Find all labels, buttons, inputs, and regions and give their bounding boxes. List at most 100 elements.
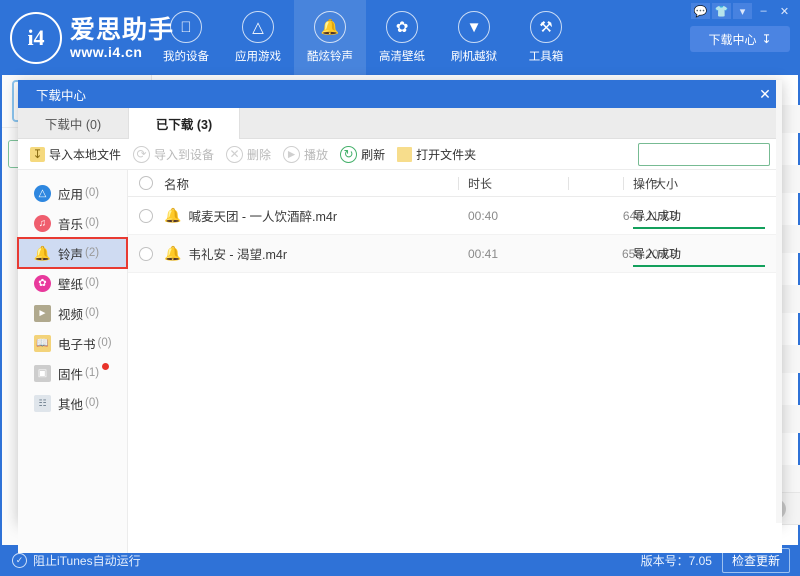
import-file-icon: ↧ <box>30 147 45 162</box>
download-arrow-icon: ↧ <box>761 32 771 46</box>
import-local-file-button[interactable]: ↧ 导入本地文件 <box>30 146 121 163</box>
sidebar-item-ebooks[interactable]: 📖 电子书 (0) <box>18 328 127 358</box>
nav-ringtones[interactable]: 🔔 酷炫铃声 <box>294 0 366 75</box>
check-circle-icon[interactable]: ✓ <box>12 553 27 568</box>
column-header-action: 操作 <box>633 175 657 192</box>
table-header: 名称 时长 大小 操作 <box>128 170 782 197</box>
dialog-sidebar: △ 应用 (0) ♫ 音乐 (0) 🔔 铃声 (2) ✿ 壁纸 (0) <box>18 170 128 553</box>
sidebar-item-count: (0) <box>85 397 99 409</box>
nav-label: 酷炫铃声 <box>307 48 353 64</box>
skin-icon[interactable]: 👕 <box>712 3 731 19</box>
sidebar-item-count: (2) <box>85 247 99 259</box>
row-name: 喊麦天团 - 一人饮酒醉.m4r <box>188 206 337 225</box>
window-controls: 💬 👕 ▾ – ✕ <box>691 3 794 19</box>
video-icon: ► <box>34 305 51 322</box>
nav-wallpapers[interactable]: ✿ 高清壁纸 <box>366 0 438 75</box>
sidebar-item-wallpapers[interactable]: ✿ 壁纸 (0) <box>18 268 127 298</box>
sidebar-item-label: 壁纸 <box>58 274 83 293</box>
tool-label: 导入本地文件 <box>49 146 121 163</box>
download-list: 名称 时长 大小 操作 🔔 喊麦天团 - 一人饮酒醉.m4r 00:40 646 <box>128 170 782 553</box>
main-nav:  我的设备 △ 应用游戏 🔔 酷炫铃声 ✿ 高清壁纸 ▼ 刷机越狱 ⚒ 工具箱 <box>150 0 582 75</box>
appstore-icon: △ <box>34 185 51 202</box>
nav-label: 我的设备 <box>163 48 209 64</box>
row-checkbox[interactable] <box>139 247 153 261</box>
delete-icon: ✕ <box>226 146 243 163</box>
sidebar-item-count: (0) <box>98 337 112 349</box>
sidebar-item-others[interactable]: ☷ 其他 (0) <box>18 388 127 418</box>
download-center-dialog: 下载中心 ✕ 下载中 (0) 已下载 (3) ↧ 导入本地文件 ⟳ 导入到设备 … <box>18 80 782 523</box>
nav-label: 刷机越狱 <box>451 48 497 64</box>
appstore-icon: △ <box>242 11 274 43</box>
sidebar-item-apps[interactable]: △ 应用 (0) <box>18 178 127 208</box>
nav-flash-jailbreak[interactable]: ▼ 刷机越狱 <box>438 0 510 75</box>
row-action-label: 导入成功 <box>633 209 681 223</box>
sidebar-item-count: (0) <box>85 217 99 229</box>
apple-icon:  <box>170 11 202 43</box>
flash-box-icon: ▼ <box>458 11 490 43</box>
nav-label: 工具箱 <box>529 48 564 64</box>
play-button: ► 播放 <box>283 146 328 163</box>
tool-label: 导入到设备 <box>154 146 214 163</box>
table-row[interactable]: 🔔 喊麦天团 - 一人饮酒醉.m4r 00:40 646.11 KB 导入成功 <box>128 197 782 235</box>
refresh-button[interactable]: ↻ 刷新 <box>340 146 385 163</box>
download-center-label: 下载中心 <box>708 31 756 48</box>
sidebar-item-ringtones[interactable]: 🔔 铃声 (2) <box>18 238 127 268</box>
folder-icon <box>397 147 412 162</box>
import-to-device-button: ⟳ 导入到设备 <box>133 146 214 163</box>
tab-downloaded[interactable]: 已下载 (3) <box>128 108 240 139</box>
dialog-title: 下载中心 <box>36 85 86 104</box>
music-icon: ♫ <box>34 215 51 232</box>
column-header-duration: 时长 <box>468 175 492 192</box>
sidebar-item-music[interactable]: ♫ 音乐 (0) <box>18 208 127 238</box>
sidebar-item-label: 视频 <box>58 304 83 323</box>
search-box: ⚲ <box>638 143 770 166</box>
feedback-icon[interactable]: 💬 <box>691 3 710 19</box>
checkbox-circle-icon[interactable] <box>139 176 153 190</box>
app-header: i4 爱思助手 www.i4.cn  我的设备 △ 应用游戏 🔔 酷炫铃声 ✿… <box>0 0 800 75</box>
sidebar-item-videos[interactable]: ► 视频 (0) <box>18 298 127 328</box>
sidebar-item-label: 固件 <box>58 364 83 383</box>
ebook-icon: 📖 <box>34 335 51 352</box>
row-duration: 00:41 <box>468 247 498 261</box>
row-name: 韦礼安 - 渴望.m4r <box>188 244 287 263</box>
row-checkbox[interactable] <box>139 209 153 223</box>
scrollbar[interactable] <box>776 80 782 523</box>
row-action-status: 导入成功 <box>633 247 681 265</box>
sidebar-item-count: (0) <box>85 277 99 289</box>
dialog-toolbar: ↧ 导入本地文件 ⟳ 导入到设备 ✕ 删除 ► 播放 ↻ 刷新 打开文件夹 <box>18 139 782 170</box>
menu-icon[interactable]: ▾ <box>733 3 752 19</box>
dialog-titlebar: 下载中心 ✕ <box>18 80 782 108</box>
nav-my-device[interactable]:  我的设备 <box>150 0 222 75</box>
progress-bar <box>633 227 765 229</box>
sidebar-item-label: 铃声 <box>58 244 83 263</box>
row-duration: 00:40 <box>468 209 498 223</box>
wallpaper-icon: ✿ <box>34 275 51 292</box>
column-header-size: 大小 <box>583 175 678 192</box>
firmware-icon: ▣ <box>34 365 51 382</box>
nav-apps-games[interactable]: △ 应用游戏 <box>222 0 294 75</box>
bell-icon: 🔔 <box>164 207 181 224</box>
bell-icon: 🔔 <box>164 245 181 262</box>
open-folder-button[interactable]: 打开文件夹 <box>397 146 476 163</box>
row-action-status: 导入成功 <box>633 209 681 227</box>
i4-logo-icon: i4 <box>10 12 62 64</box>
refresh-icon: ↻ <box>340 146 357 163</box>
download-center-button[interactable]: 下载中心 ↧ <box>690 26 790 52</box>
minimize-icon[interactable]: – <box>754 3 773 19</box>
tools-icon: ⚒ <box>530 11 562 43</box>
sidebar-item-label: 音乐 <box>58 214 83 233</box>
close-icon[interactable]: ✕ <box>775 3 794 19</box>
tab-downloading[interactable]: 下载中 (0) <box>18 108 128 138</box>
nav-toolbox[interactable]: ⚒ 工具箱 <box>510 0 582 75</box>
sidebar-item-firmware[interactable]: ▣ 固件 (1) <box>18 358 127 388</box>
row-action-label: 导入成功 <box>633 247 681 261</box>
tool-label: 删除 <box>247 146 271 163</box>
progress-bar <box>633 265 765 267</box>
sidebar-item-label: 电子书 <box>58 334 96 353</box>
dialog-tabs: 下载中 (0) 已下载 (3) <box>18 108 782 139</box>
sidebar-item-count: (0) <box>85 187 99 199</box>
sidebar-item-count: (1) <box>85 367 99 379</box>
sidebar-item-label: 其他 <box>58 394 83 413</box>
app-window: i4 爱思助手 www.i4.cn  我的设备 △ 应用游戏 🔔 酷炫铃声 ✿… <box>0 0 800 576</box>
table-row[interactable]: 🔔 韦礼安 - 渴望.m4r 00:41 658.20 KB 导入成功 <box>128 235 782 273</box>
